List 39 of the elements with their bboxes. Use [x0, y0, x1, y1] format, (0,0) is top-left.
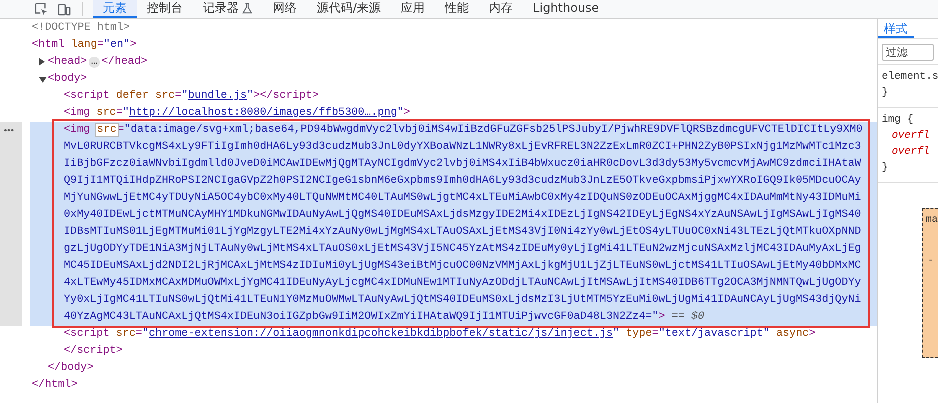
panel-tab[interactable]: 记录器	[193, 0, 263, 18]
panel-tab[interactable]: 应用	[391, 0, 436, 18]
rule-selector: element.s	[882, 70, 938, 85]
panel-tab[interactable]: 元素	[93, 0, 137, 18]
styles-tab[interactable]: 样式	[878, 19, 914, 38]
panel-tab[interactable]: 控制台	[137, 0, 193, 18]
panel-tab[interactable]: Lighthouse	[523, 0, 610, 18]
collapse-triangle-icon[interactable]	[39, 77, 47, 83]
flask-icon	[242, 2, 253, 14]
dom-node-line[interactable]: </script>	[30, 343, 877, 360]
dom-node-line[interactable]: </html>	[30, 377, 877, 394]
link[interactable]: http://localhost:8080/images/ffb5300….png	[129, 107, 398, 119]
inspect-icon[interactable]	[35, 2, 48, 16]
dom-node-line[interactable]: <!DOCTYPE html>	[30, 20, 877, 37]
dom-node-line[interactable]: </body>	[30, 360, 877, 377]
dom-node-line[interactable]: <img src="http://localhost:8080/images/ffb5300….png">	[30, 105, 877, 122]
dom-node-line[interactable]: <script defer src="bundle.js"></script>	[30, 88, 877, 105]
panel-tab[interactable]: 内存	[479, 0, 524, 18]
rule-selector: img {	[882, 113, 914, 128]
filter-field[interactable]: 过滤	[882, 44, 934, 61]
css-property: overfl	[891, 145, 930, 160]
ellipsis-button[interactable]: …	[89, 57, 100, 68]
dom-node-line[interactable]: <body>	[30, 71, 877, 88]
panel-tab[interactable]: 性能	[435, 0, 480, 18]
closing-brace: }	[882, 161, 888, 176]
dom-node-line[interactable]: <html lang="en">	[30, 37, 877, 54]
link[interactable]: chrome-extension://oiiaogmnonkdipcohckeibkdibpbofek/static/js/inject.js	[149, 328, 614, 340]
box-model-value: -	[927, 256, 934, 267]
dom-node-line[interactable]: <head> … </head>	[30, 54, 877, 71]
box-model-label: ma	[926, 215, 938, 226]
panel-tab[interactable]: 源代码/来源	[307, 0, 392, 18]
more-options-icon[interactable]	[4, 129, 14, 132]
expand-triangle-icon[interactable]	[39, 58, 45, 66]
panel-tab[interactable]: 网络	[263, 0, 307, 18]
link[interactable]: bundle.js	[188, 90, 248, 102]
device-icon[interactable]	[58, 2, 71, 16]
dom-node-line[interactable]: <script src="chrome-extension://oiiaogmnonkdipcohckeibkdibpbofek/static/js/inject.js" type="text/javascript" async>	[30, 326, 877, 343]
css-property: overfl	[891, 129, 930, 144]
closing-brace: }	[882, 86, 888, 101]
